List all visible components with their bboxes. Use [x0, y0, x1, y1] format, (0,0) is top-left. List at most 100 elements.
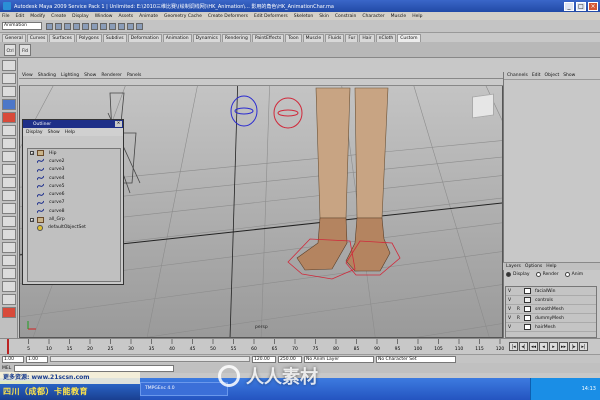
current-time-marker[interactable] [7, 339, 9, 355]
new-scene-icon[interactable] [46, 22, 53, 30]
select-tool-icon[interactable] [2, 60, 16, 71]
menu-skin[interactable]: Skin [319, 14, 329, 19]
minimize-button[interactable]: _ [564, 1, 574, 11]
snap-point-icon[interactable] [118, 22, 125, 30]
go-to-end-button[interactable]: ▸| [579, 341, 588, 351]
command-language-label[interactable]: MEL [2, 366, 11, 371]
layout-custom4-icon[interactable] [2, 268, 16, 279]
channel-box-menu-edit[interactable]: Edit [532, 73, 541, 78]
layer-color-swatch[interactable] [524, 315, 531, 321]
shelf-tab-dynamics[interactable]: Dynamics [192, 34, 221, 42]
play-forward-button[interactable]: ▸ [549, 341, 558, 351]
expand-toggle-icon[interactable]: + [30, 151, 34, 156]
lasso-tool-icon[interactable] [2, 73, 16, 84]
layout-custom2-icon[interactable] [2, 242, 16, 253]
outliner-item[interactable]: curve3 [28, 166, 120, 174]
channel-box-menu-object[interactable]: Object [545, 73, 560, 78]
layer-mode-radio-display[interactable] [506, 271, 511, 277]
viewcube[interactable] [472, 93, 494, 119]
move-tool-icon[interactable] [2, 99, 16, 110]
outliner-item[interactable]: + all_Grp [28, 215, 120, 223]
outliner-item[interactable]: curve4 [28, 174, 120, 182]
maximize-button[interactable]: □ [576, 1, 586, 11]
shelf-tab-painteffects[interactable]: PaintEffects [251, 34, 285, 42]
snap-grid-icon[interactable] [100, 22, 107, 30]
manipulator-tool-icon[interactable] [2, 138, 16, 149]
viewport-menu-shading[interactable]: Shading [38, 73, 56, 78]
menu-create[interactable]: Create [51, 14, 66, 19]
menu-modify[interactable]: Modify [30, 14, 45, 19]
shelf-tab-deformation[interactable]: Deformation [127, 34, 162, 42]
viewport-menu-show[interactable]: Show [84, 73, 96, 78]
render-icon[interactable] [127, 22, 134, 30]
menu-create-deformers[interactable]: Create Deformers [208, 14, 248, 19]
layer-reference-toggle[interactable]: R [515, 307, 522, 312]
shelf-tab-rendering[interactable]: Rendering [221, 34, 251, 42]
shelf-tab-hair[interactable]: Hair [359, 34, 375, 42]
layer-color-swatch[interactable] [524, 297, 531, 303]
layer-color-swatch[interactable] [524, 288, 531, 294]
taskbar-task-button[interactable]: TMPGEnc 4.0 [140, 382, 228, 396]
layer-visibility-toggle[interactable]: V [506, 325, 513, 330]
viewport-menu-panels[interactable]: Panels [127, 73, 141, 78]
layer-mode-radio-render[interactable] [535, 271, 541, 277]
shelf-tab-toon[interactable]: Toon [285, 34, 302, 42]
menu-window[interactable]: Window [95, 14, 113, 19]
shelf-tab-curves[interactable]: Curves [26, 34, 49, 42]
layout-hypershade-icon[interactable] [2, 216, 16, 227]
menu-edit[interactable]: Edit [16, 14, 25, 19]
select-component-icon[interactable] [91, 22, 98, 30]
shelf-tab-fur[interactable]: Fur [345, 34, 359, 42]
outliner-item[interactable]: + Hip [28, 149, 120, 157]
menu-help[interactable]: Help [412, 14, 422, 19]
outliner-item[interactable]: curve7 [28, 199, 120, 207]
command-input[interactable] [14, 364, 175, 372]
layout-custom-icon[interactable] [2, 229, 16, 240]
close-button[interactable]: × [588, 1, 598, 11]
scale-tool-icon[interactable] [2, 125, 16, 136]
shelf-tab-muscle[interactable]: Muscle [302, 34, 325, 42]
menu-edit-deformers[interactable]: Edit Deformers [254, 14, 288, 19]
menu-set-dropdown[interactable]: Animation [2, 22, 42, 30]
menu-geometry-cache[interactable]: Geometry Cache [164, 14, 202, 19]
outliner-item[interactable]: curve2 [28, 157, 120, 165]
menu-file[interactable]: File [2, 14, 10, 19]
outliner-menu-show[interactable]: Show [48, 130, 60, 135]
menu-muscle[interactable]: Muscle [391, 14, 407, 19]
menu-assets[interactable]: Assets [118, 14, 133, 19]
start-time-field[interactable]: 1.00 [2, 355, 24, 363]
layer-menu-help[interactable]: Help [546, 264, 556, 269]
layout-persp-graph-icon[interactable] [2, 203, 16, 214]
prev-key-button[interactable]: ◂◂ [529, 341, 538, 351]
playback-start-field[interactable]: 1.00 [26, 355, 48, 363]
select-hierarchy-icon[interactable] [73, 22, 80, 30]
layout-custom6-icon[interactable] [2, 294, 16, 305]
shelf-tab-fluids[interactable]: Fluids [325, 34, 345, 42]
shelf-tab-general[interactable]: General [2, 34, 26, 42]
open-scene-icon[interactable] [55, 22, 62, 30]
layout-custom3-icon[interactable] [2, 255, 16, 266]
next-key-button[interactable]: ▸▸ [559, 341, 568, 351]
menu-skeleton[interactable]: Skeleton [294, 14, 313, 19]
step-forward-button[interactable]: |▸ [569, 341, 578, 351]
layer-menu-options[interactable]: Options [525, 264, 542, 269]
layout-four-icon[interactable] [2, 177, 16, 188]
menu-animate[interactable]: Animate [139, 14, 158, 19]
shelf-tab-subdivs[interactable]: Subdivs [102, 34, 127, 42]
menu-display[interactable]: Display [72, 14, 89, 19]
shelf-tab-custom[interactable]: Custom [397, 34, 421, 42]
shelf-tab-surfaces[interactable]: Surfaces [49, 34, 75, 42]
step-back-button[interactable]: ◂| [519, 341, 528, 351]
expand-toggle-icon[interactable]: + [30, 217, 34, 222]
outliner-item[interactable]: defaultObjectSet [28, 224, 120, 232]
layer-row[interactable]: V RsmoothMesh [506, 305, 596, 314]
rotate-tool-icon[interactable] [2, 112, 16, 123]
layer-reference-toggle[interactable]: R [515, 316, 522, 321]
viewport-menu-lighting[interactable]: Lighting [61, 73, 79, 78]
channel-box-menu-channels[interactable]: Channels [507, 73, 528, 78]
layer-row[interactable]: VfacialWin [506, 287, 596, 296]
play-back-button[interactable]: ◂ [539, 341, 548, 351]
layer-mode-radio-anim[interactable] [564, 271, 570, 277]
layout-persp-outliner-icon[interactable] [2, 190, 16, 201]
layer-menu-layers[interactable]: Layers [506, 264, 521, 269]
